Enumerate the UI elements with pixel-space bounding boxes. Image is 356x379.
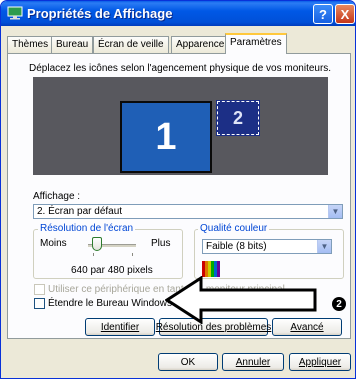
extend-desktop-checkbox[interactable] <box>34 298 45 309</box>
window-title: Propriétés de Affichage <box>27 6 173 21</box>
apply-button[interactable]: Appliquer <box>289 353 351 371</box>
ok-button[interactable]: OK <box>158 353 218 371</box>
slider-tick <box>132 253 133 256</box>
color-quality-group-title: Qualité couleur <box>198 223 270 234</box>
monitor-2[interactable]: 2 <box>216 100 260 136</box>
monitor-1[interactable]: 1 <box>120 101 212 173</box>
tab-themes[interactable]: Thèmes <box>7 36 54 53</box>
tab-screensaver[interactable]: Écran de veille <box>93 36 169 53</box>
slider-tick <box>93 253 94 256</box>
identify-button[interactable]: Identifier <box>85 318 155 336</box>
title-bar[interactable]: Propriétés de Affichage ? X <box>1 1 355 26</box>
annotation-badge: 2 <box>332 297 346 311</box>
resolution-more-label: Plus <box>151 238 171 249</box>
resolution-group-title: Résolution de l'écran <box>38 223 136 234</box>
tab-bureau[interactable]: Bureau <box>51 36 94 53</box>
monitor-instruction: Déplacez les icônes selon l'agencement p… <box>29 63 332 74</box>
cancel-button[interactable]: Annuler <box>222 353 284 371</box>
tab-strip: Thèmes Bureau Écran de veille Apparence … <box>7 33 351 54</box>
color-quality-select[interactable]: Faible (8 bits) ▼ <box>202 239 332 254</box>
tab-settings[interactable]: Paramètres <box>225 33 287 54</box>
close-button[interactable]: X <box>335 4 355 24</box>
tab-appearance[interactable]: Apparence <box>171 36 230 53</box>
resolution-less-label: Moins <box>40 238 67 249</box>
resolution-value: 640 par 480 pixels <box>71 265 153 276</box>
display-icon <box>7 6 23 20</box>
chevron-down-icon[interactable]: ▼ <box>328 205 342 218</box>
color-palette-icon <box>202 261 220 277</box>
color-quality-value: Faible (8 bits) <box>206 241 267 252</box>
annotation-arrow-icon <box>165 276 317 324</box>
display-label: Affichage : <box>33 191 81 202</box>
help-button[interactable]: ? <box>313 4 333 24</box>
resolution-slider-thumb[interactable] <box>91 237 102 251</box>
primary-monitor-checkbox[interactable] <box>34 284 45 295</box>
display-select-value: 2. Écran par défaut <box>37 206 123 217</box>
display-select[interactable]: 2. Écran par défaut ▼ <box>33 204 343 219</box>
chevron-down-icon[interactable]: ▼ <box>317 240 331 253</box>
